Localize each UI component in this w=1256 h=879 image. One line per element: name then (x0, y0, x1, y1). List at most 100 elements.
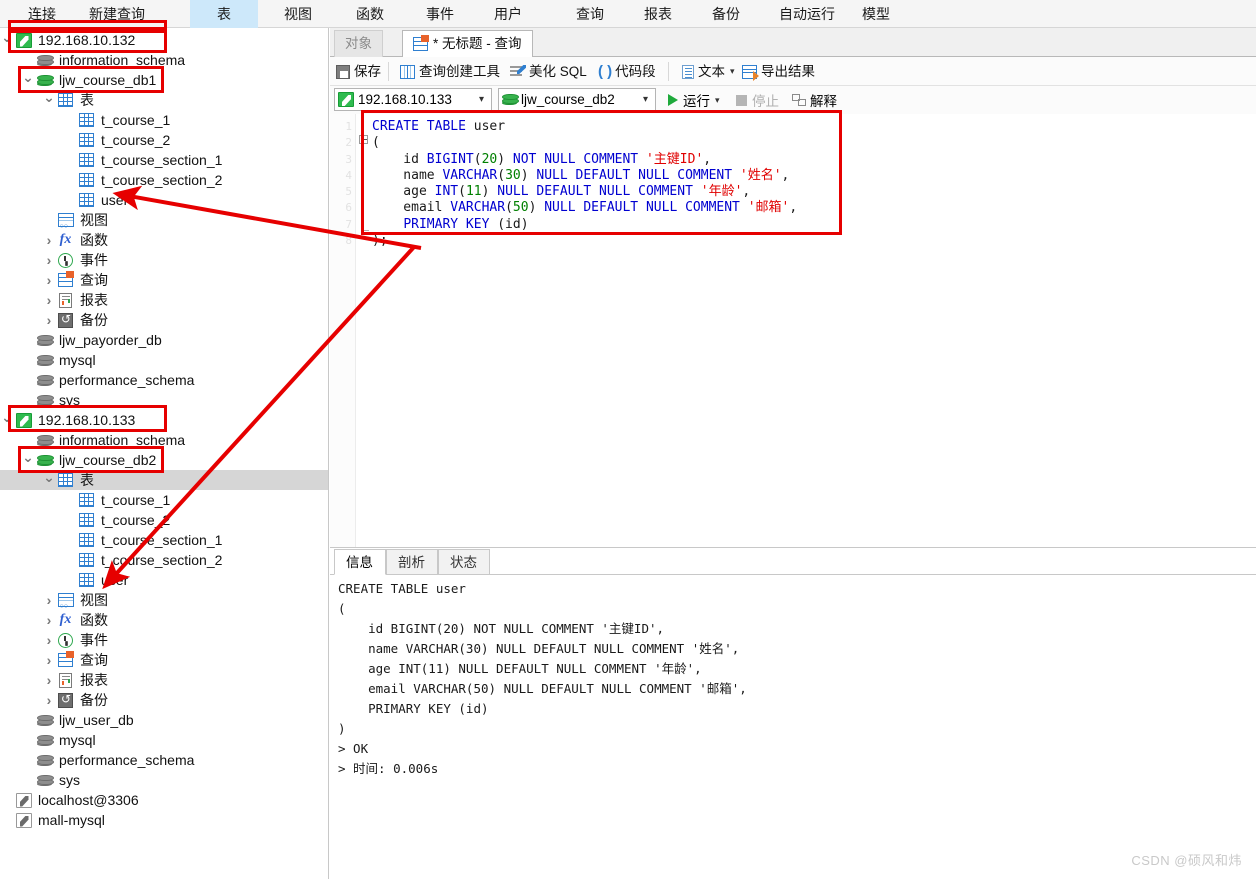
table-icon (77, 191, 96, 209)
tree-item-ljw_course_db1-2[interactable]: ljw_course_db1 (0, 70, 328, 90)
tree-item--13[interactable]: 报表 (0, 290, 328, 310)
chevron-down-icon[interactable]: ▾ (475, 94, 488, 105)
tree-item-mysql-16[interactable]: mysql (0, 350, 328, 370)
chevron-right-icon[interactable] (42, 230, 56, 250)
table-icon (77, 571, 96, 589)
sql-editor[interactable]: 12345678 CREATE TABLE user( id BIGINT(20… (330, 114, 1256, 548)
pane-tab-1[interactable]: 对象 (334, 30, 383, 57)
tree-item--14[interactable]: 备份 (0, 310, 328, 330)
chevron-right-icon[interactable] (42, 290, 56, 310)
menu-item-5[interactable]: 函数 (340, 0, 400, 28)
chevron-right-icon[interactable] (42, 310, 56, 330)
menu-item-8[interactable]: 查询 (560, 0, 620, 28)
menu-item-10[interactable]: 备份 (696, 0, 756, 28)
table-icon (77, 491, 96, 509)
chevron-right-icon[interactable] (42, 630, 56, 650)
menu-item-11[interactable]: 自动运行 (764, 0, 850, 28)
menu-item-3[interactable]: 表 (190, 0, 258, 28)
tree-item-mallmysql-39[interactable]: mall-mysql (0, 810, 328, 830)
tree-item-t_course_1-4[interactable]: t_course_1 (0, 110, 328, 130)
chevron-down-icon[interactable] (42, 90, 56, 110)
chevron-down-icon[interactable]: ▾ (730, 60, 735, 83)
tree-item-user-27[interactable]: user (0, 570, 328, 590)
tree-item-information_schema-1[interactable]: information_schema (0, 50, 328, 70)
tree-item--9[interactable]: 视图 (0, 210, 328, 230)
tree-item--12[interactable]: 查询 (0, 270, 328, 290)
tree-item-information_schema-20[interactable]: information_schema (0, 430, 328, 450)
tree-item-t_course_section_2-26[interactable]: t_course_section_2 (0, 550, 328, 570)
tree-item--22[interactable]: 表 (0, 470, 328, 490)
chevron-right-icon[interactable] (42, 610, 56, 630)
tree-item--10[interactable]: fx 函数 (0, 230, 328, 250)
tree-item-ljw_course_db2-21[interactable]: ljw_course_db2 (0, 450, 328, 470)
tree-item-performance_schema-36[interactable]: performance_schema (0, 750, 328, 770)
toolbar-button-3[interactable]: 美化 SQL (510, 60, 587, 83)
collapse-icon[interactable] (359, 135, 368, 144)
tree-item--33[interactable]: 备份 (0, 690, 328, 710)
chevron-right-icon[interactable] (42, 670, 56, 690)
tree-item--30[interactable]: 事件 (0, 630, 328, 650)
results-tab-1[interactable]: 信息 (334, 549, 386, 575)
chevron-down-icon[interactable]: ▾ (639, 94, 652, 105)
menu-item-12[interactable]: 模型 (846, 0, 906, 28)
tree-item-t_course_section_1-25[interactable]: t_course_section_1 (0, 530, 328, 550)
chevron-right-icon[interactable] (42, 690, 56, 710)
toolbar-button-4[interactable]: ( ) 代码段 (598, 60, 656, 83)
table-group-icon (56, 91, 75, 109)
stop-button-label: 停止 (752, 94, 779, 109)
toolbar-button-1[interactable]: 保存 (336, 60, 381, 83)
toolbar-button-6[interactable]: 导出结果 (742, 60, 815, 83)
chevron-down-icon[interactable] (0, 410, 14, 430)
menu-item-4[interactable]: 视图 (268, 0, 328, 28)
tree-item-19216810133-19[interactable]: 192.168.10.133 (0, 410, 328, 430)
connection-dropdown[interactable]: 192.168.10.133 ▾ (334, 88, 492, 111)
tree-item-sys-18[interactable]: sys (0, 390, 328, 410)
tree-item-t_course_1-23[interactable]: t_course_1 (0, 490, 328, 510)
menu-item-7[interactable]: 用户 (478, 0, 538, 28)
tree-item-sys-37[interactable]: sys (0, 770, 328, 790)
toolbar-button-2[interactable]: 查询创建工具 (400, 60, 500, 83)
tree-item-mysql-35[interactable]: mysql (0, 730, 328, 750)
tree-item--11[interactable]: 事件 (0, 250, 328, 270)
tree-item-t_course_2-24[interactable]: t_course_2 (0, 510, 328, 530)
chevron-right-icon[interactable] (42, 590, 56, 610)
run-button[interactable]: 运行 ▾ (668, 90, 720, 110)
results-tab-2[interactable]: 剖析 (386, 549, 438, 575)
tree-item--31[interactable]: 查询 (0, 650, 328, 670)
tree-item-t_course_section_1-6[interactable]: t_course_section_1 (0, 150, 328, 170)
menu-item-6[interactable]: 事件 (410, 0, 470, 28)
chevron-right-icon[interactable] (42, 250, 56, 270)
code-fold-column[interactable] (357, 114, 371, 547)
tree-item-user-8[interactable]: user (0, 190, 328, 210)
chevron-right-icon[interactable] (42, 270, 56, 290)
tree-item--32[interactable]: 报表 (0, 670, 328, 690)
results-tab-3[interactable]: 状态 (438, 549, 490, 575)
object-tree-sidebar[interactable]: 192.168.10.132 information_schema ljw_cour… (0, 28, 329, 879)
chevron-right-icon[interactable] (42, 650, 56, 670)
tree-item-performance_schema-17[interactable]: performance_schema (0, 370, 328, 390)
chevron-down-icon[interactable] (21, 450, 35, 470)
sql-code-text[interactable]: CREATE TABLE user( id BIGINT(20) NOT NUL… (372, 114, 1252, 249)
tree-item-label: 备份 (80, 692, 108, 708)
chevron-down-icon[interactable] (42, 470, 56, 490)
menu-item-9[interactable]: 报表 (628, 0, 688, 28)
menu-item-2[interactable]: 新建查询 (74, 0, 160, 28)
tree-item--3[interactable]: 表 (0, 90, 328, 110)
chevron-down-icon[interactable]: ▾ (715, 95, 720, 106)
tree-item-ljw_user_db-34[interactable]: ljw_user_db (0, 710, 328, 730)
chevron-down-icon[interactable] (21, 70, 35, 90)
menu-item-1[interactable]: 连接 (12, 0, 72, 28)
tree-item-ljw_payorder_db-15[interactable]: ljw_payorder_db (0, 330, 328, 350)
tree-item-localhost3306-38[interactable]: localhost@3306 (0, 790, 328, 810)
toolbar-button-5[interactable]: 文本 ▾ (682, 60, 735, 83)
tree-item-t_course_section_2-7[interactable]: t_course_section_2 (0, 170, 328, 190)
chevron-down-icon[interactable] (0, 30, 14, 50)
tree-item-t_course_2-5[interactable]: t_course_2 (0, 130, 328, 150)
tree-item--29[interactable]: fx 函数 (0, 610, 328, 630)
explain-button[interactable]: 解释 (792, 90, 837, 110)
tree-item--28[interactable]: 视图 (0, 590, 328, 610)
pane-tab-2[interactable]: * 无标题 - 查询 (402, 30, 533, 57)
tree-item-19216810132-0[interactable]: 192.168.10.132 (0, 30, 328, 50)
database-dropdown[interactable]: ljw_course_db2 ▾ (498, 88, 656, 111)
